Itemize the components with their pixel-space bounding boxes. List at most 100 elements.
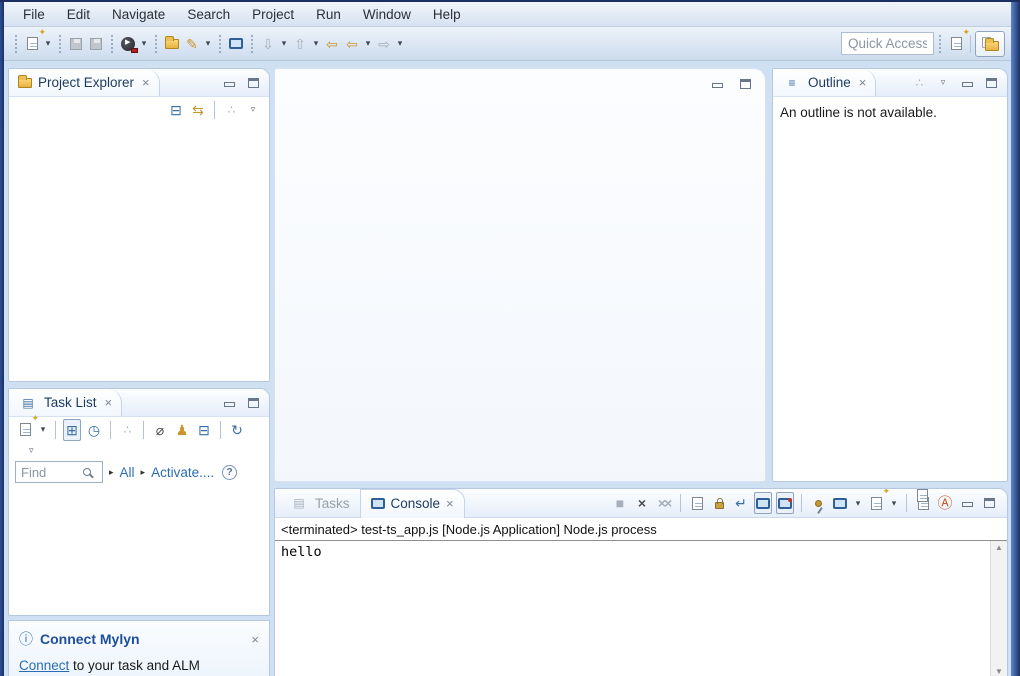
toolbar-handle[interactable] (14, 34, 18, 54)
minimize-icon[interactable] (957, 74, 977, 92)
save-icon[interactable] (67, 33, 85, 55)
run-dropdown-arrow[interactable]: ▾ (138, 33, 150, 55)
triangle-icon[interactable]: ▸ (141, 467, 146, 478)
view-dropdown-icon[interactable]: ▿ (244, 99, 262, 121)
highlight-brush-icon[interactable]: ✎ (183, 33, 201, 55)
toolbar-handle[interactable] (250, 34, 254, 54)
display-console-icon[interactable] (831, 492, 849, 514)
view-menu-icon[interactable]: ∴ (910, 72, 928, 94)
ansi-console-icon[interactable]: Ⓐ (936, 492, 954, 514)
save-all-icon[interactable] (87, 33, 105, 55)
scroll-lock-icon[interactable] (710, 492, 728, 514)
link-all[interactable]: All (120, 465, 135, 480)
menu-project[interactable]: Project (241, 5, 305, 24)
resource-perspective-button[interactable] (975, 31, 1005, 57)
menu-navigate[interactable]: Navigate (101, 5, 176, 24)
menu-window[interactable]: Window (352, 5, 422, 24)
show-stderr-icon[interactable] (776, 492, 794, 514)
categorized-view-icon[interactable]: ⊞ (63, 419, 81, 441)
new-wizard-icon[interactable]: ✦ (23, 33, 41, 55)
menu-file[interactable]: File (12, 5, 56, 24)
toolbar-handle[interactable] (218, 34, 222, 54)
editor-area[interactable] (274, 68, 766, 482)
remove-all-terminated-icon[interactable]: ×× (655, 492, 673, 514)
close-icon[interactable]: × (446, 496, 454, 511)
pin-console-icon[interactable] (809, 492, 827, 514)
show-stdout-icon[interactable] (754, 492, 772, 514)
open-folder-icon[interactable] (163, 33, 181, 55)
tab-console[interactable]: Console × (360, 489, 465, 518)
collapse-all-icon[interactable]: ⊟ (167, 99, 185, 121)
console-output-area[interactable]: hello ▲ ▼ (275, 541, 1007, 676)
toolbar-handle[interactable] (110, 34, 114, 54)
maximize-icon[interactable] (979, 494, 999, 512)
focus-on-workweek-icon[interactable]: ♟ (173, 419, 191, 441)
menu-run[interactable]: Run (305, 5, 352, 24)
view-dropdown-icon[interactable]: ▿ (934, 72, 952, 94)
maximize-icon[interactable] (735, 75, 755, 93)
filter-icon[interactable]: ⌀ (151, 419, 169, 441)
previous-annotation-icon[interactable]: ⇧ (291, 33, 309, 55)
tab-outline[interactable]: ≡ Outline × (773, 69, 876, 96)
terminate-icon[interactable]: ■ (611, 492, 629, 514)
link-activate[interactable]: Activate.... (151, 465, 214, 480)
previous-annotation-dropdown-arrow[interactable]: ▾ (310, 33, 322, 55)
toolbar-overflow-icon[interactable]: ▿ (29, 445, 34, 456)
close-icon[interactable]: × (105, 395, 113, 410)
forward-dropdown-arrow[interactable]: ▾ (394, 33, 406, 55)
triangle-icon[interactable]: ▸ (109, 467, 114, 478)
menu-search[interactable]: Search (176, 5, 241, 24)
toolbar-handle[interactable] (154, 34, 158, 54)
console-view-icon[interactable] (914, 492, 932, 514)
open-console-new-icon[interactable]: ✦ (867, 492, 885, 514)
open-perspective-icon[interactable]: ✦ (947, 33, 965, 55)
menu-edit[interactable]: Edit (56, 5, 101, 24)
scroll-down-icon[interactable]: ▼ (995, 667, 1003, 676)
scheduled-view-icon[interactable]: ◷ (85, 419, 103, 441)
project-explorer-body[interactable] (9, 122, 269, 381)
minimize-icon[interactable] (219, 74, 239, 92)
toolbar-handle[interactable] (58, 34, 62, 54)
link-with-editor-icon[interactable]: ⇆ (189, 99, 207, 121)
minimize-icon[interactable] (219, 394, 239, 412)
external-tools-run-icon[interactable] (119, 33, 137, 55)
clear-console-icon[interactable] (688, 492, 706, 514)
close-icon[interactable]: × (859, 75, 867, 90)
word-wrap-icon[interactable]: ↵ (732, 492, 750, 514)
scroll-up-icon[interactable]: ▲ (995, 543, 1003, 552)
collapse-all-icon[interactable]: ⊟ (195, 419, 213, 441)
back-dropdown-arrow[interactable]: ▾ (362, 33, 374, 55)
tab-label: Outline (808, 75, 851, 90)
close-icon[interactable]: × (251, 632, 259, 647)
minimize-icon[interactable] (957, 494, 977, 512)
connect-link[interactable]: Connect (19, 658, 69, 673)
last-edit-location-icon[interactable]: ⇦ (323, 33, 341, 55)
tab-project-explorer[interactable]: Project Explorer × (9, 69, 160, 96)
close-icon[interactable]: × (142, 75, 150, 90)
maximize-icon[interactable] (243, 74, 263, 92)
brush-dropdown-arrow[interactable]: ▾ (202, 33, 214, 55)
maximize-icon[interactable] (981, 74, 1001, 92)
next-annotation-dropdown-arrow[interactable]: ▾ (278, 33, 290, 55)
back-icon[interactable]: ⇦ (343, 33, 361, 55)
quick-access-input[interactable] (841, 32, 934, 55)
forward-icon[interactable]: ⇨ (375, 33, 393, 55)
menu-help[interactable]: Help (422, 5, 472, 24)
maximize-icon[interactable] (243, 394, 263, 412)
minimize-icon[interactable] (707, 75, 727, 93)
open-console-icon[interactable] (227, 33, 245, 55)
tab-task-list[interactable]: ▤ Task List × (9, 389, 122, 416)
tab-tasks[interactable]: ▤ Tasks (279, 489, 360, 518)
view-menu-icon[interactable]: ∴ (118, 419, 136, 441)
console-scrollbar[interactable]: ▲ ▼ (990, 541, 1007, 676)
toolbar-handle[interactable] (938, 34, 942, 54)
new-task-icon[interactable]: ✦ (16, 419, 34, 441)
task-list-body[interactable] (9, 486, 269, 591)
find-input[interactable] (21, 465, 83, 480)
display-console-dropdown-arrow[interactable]: ▾ (852, 492, 864, 514)
view-menu-icon[interactable]: ∴ (222, 99, 240, 121)
remove-launch-icon[interactable]: × (633, 492, 651, 514)
synchronize-icon[interactable]: ↻ (228, 419, 246, 441)
help-icon[interactable]: ? (222, 465, 237, 480)
next-annotation-icon[interactable]: ⇩ (259, 33, 277, 55)
